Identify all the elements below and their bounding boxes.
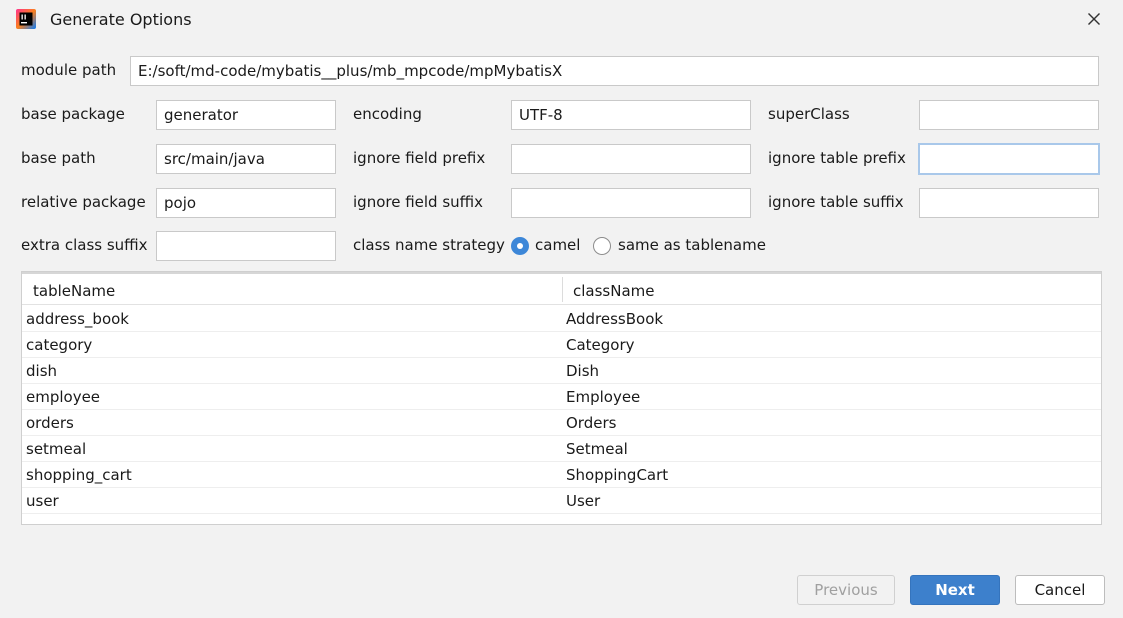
tablename-cell: dish xyxy=(26,362,58,380)
tablename-cell: employee xyxy=(26,388,101,406)
camel-radio[interactable] xyxy=(511,237,529,255)
table-header: tableName className xyxy=(22,272,1101,305)
same-as-tablename-radio[interactable] xyxy=(593,237,611,255)
base-package-input[interactable] xyxy=(156,100,336,130)
classname-cell[interactable]: AddressBook xyxy=(566,310,663,328)
cancel-button[interactable]: Cancel xyxy=(1015,575,1105,605)
module-path-label: module path xyxy=(21,61,117,79)
window-title: Generate Options xyxy=(50,10,192,29)
relative-package-label: relative package xyxy=(21,193,146,211)
class-name-strategy-label: class name strategy xyxy=(353,236,505,254)
next-button[interactable]: Next xyxy=(910,575,1000,605)
extra-class-suffix-input[interactable] xyxy=(156,231,336,261)
ignore-table-suffix-label: ignore table suffix xyxy=(768,193,904,211)
ignore-field-prefix-label: ignore field prefix xyxy=(353,149,486,167)
table-row[interactable]: setmeal Setmeal xyxy=(22,436,1101,462)
ignore-field-suffix-label: ignore field suffix xyxy=(353,193,484,211)
column-header-tablename[interactable]: tableName xyxy=(33,282,115,300)
base-package-label: base package xyxy=(21,105,125,123)
classname-cell[interactable]: Dish xyxy=(566,362,599,380)
classname-cell[interactable]: Employee xyxy=(566,388,640,406)
tablename-cell: category xyxy=(26,336,93,354)
tablename-cell: user xyxy=(26,492,59,510)
table-row[interactable]: orders Orders xyxy=(22,410,1101,436)
tablename-cell: address_book xyxy=(26,310,129,328)
tablename-cell: shopping_cart xyxy=(26,466,132,484)
classname-cell[interactable]: ShoppingCart xyxy=(566,466,668,484)
table-row[interactable]: category Category xyxy=(22,332,1101,358)
ignore-field-prefix-input[interactable] xyxy=(511,144,751,174)
column-header-classname[interactable]: className xyxy=(573,282,655,300)
encoding-input[interactable] xyxy=(511,100,751,130)
tablename-cell: orders xyxy=(26,414,74,432)
ignore-table-prefix-label: ignore table prefix xyxy=(768,149,906,167)
tablename-cell: setmeal xyxy=(26,440,87,458)
base-path-input[interactable] xyxy=(156,144,336,174)
table-mapping-grid[interactable]: tableName className address_book Address… xyxy=(21,271,1102,525)
intellij-idea-icon xyxy=(16,9,36,29)
camel-radio-label[interactable]: camel xyxy=(535,236,580,254)
encoding-label: encoding xyxy=(353,105,422,123)
ignore-table-prefix-input[interactable] xyxy=(918,143,1100,175)
ignore-field-suffix-input[interactable] xyxy=(511,188,751,218)
ignore-table-suffix-input[interactable] xyxy=(919,188,1099,218)
classname-cell[interactable]: Setmeal xyxy=(566,440,628,458)
module-path-input[interactable] xyxy=(130,56,1099,86)
same-as-tablename-radio-label[interactable]: same as tablename xyxy=(618,236,766,254)
extra-class-suffix-label: extra class suffix xyxy=(21,236,148,254)
table-row[interactable]: user User xyxy=(22,488,1101,514)
relative-package-input[interactable] xyxy=(156,188,336,218)
super-class-input[interactable] xyxy=(919,100,1099,130)
classname-cell[interactable]: User xyxy=(566,492,600,510)
close-icon xyxy=(1088,13,1100,25)
base-path-label: base path xyxy=(21,149,96,167)
title-bar: Generate Options xyxy=(0,0,1123,40)
column-divider[interactable] xyxy=(562,277,563,302)
super-class-label: superClass xyxy=(768,105,850,123)
previous-button[interactable]: Previous xyxy=(797,575,895,605)
classname-cell[interactable]: Orders xyxy=(566,414,616,432)
classname-cell[interactable]: Category xyxy=(566,336,635,354)
table-row[interactable]: employee Employee xyxy=(22,384,1101,410)
table-row[interactable]: address_book AddressBook xyxy=(22,306,1101,332)
table-row[interactable]: dish Dish xyxy=(22,358,1101,384)
close-button[interactable] xyxy=(1080,6,1108,32)
table-row[interactable]: shopping_cart ShoppingCart xyxy=(22,462,1101,488)
